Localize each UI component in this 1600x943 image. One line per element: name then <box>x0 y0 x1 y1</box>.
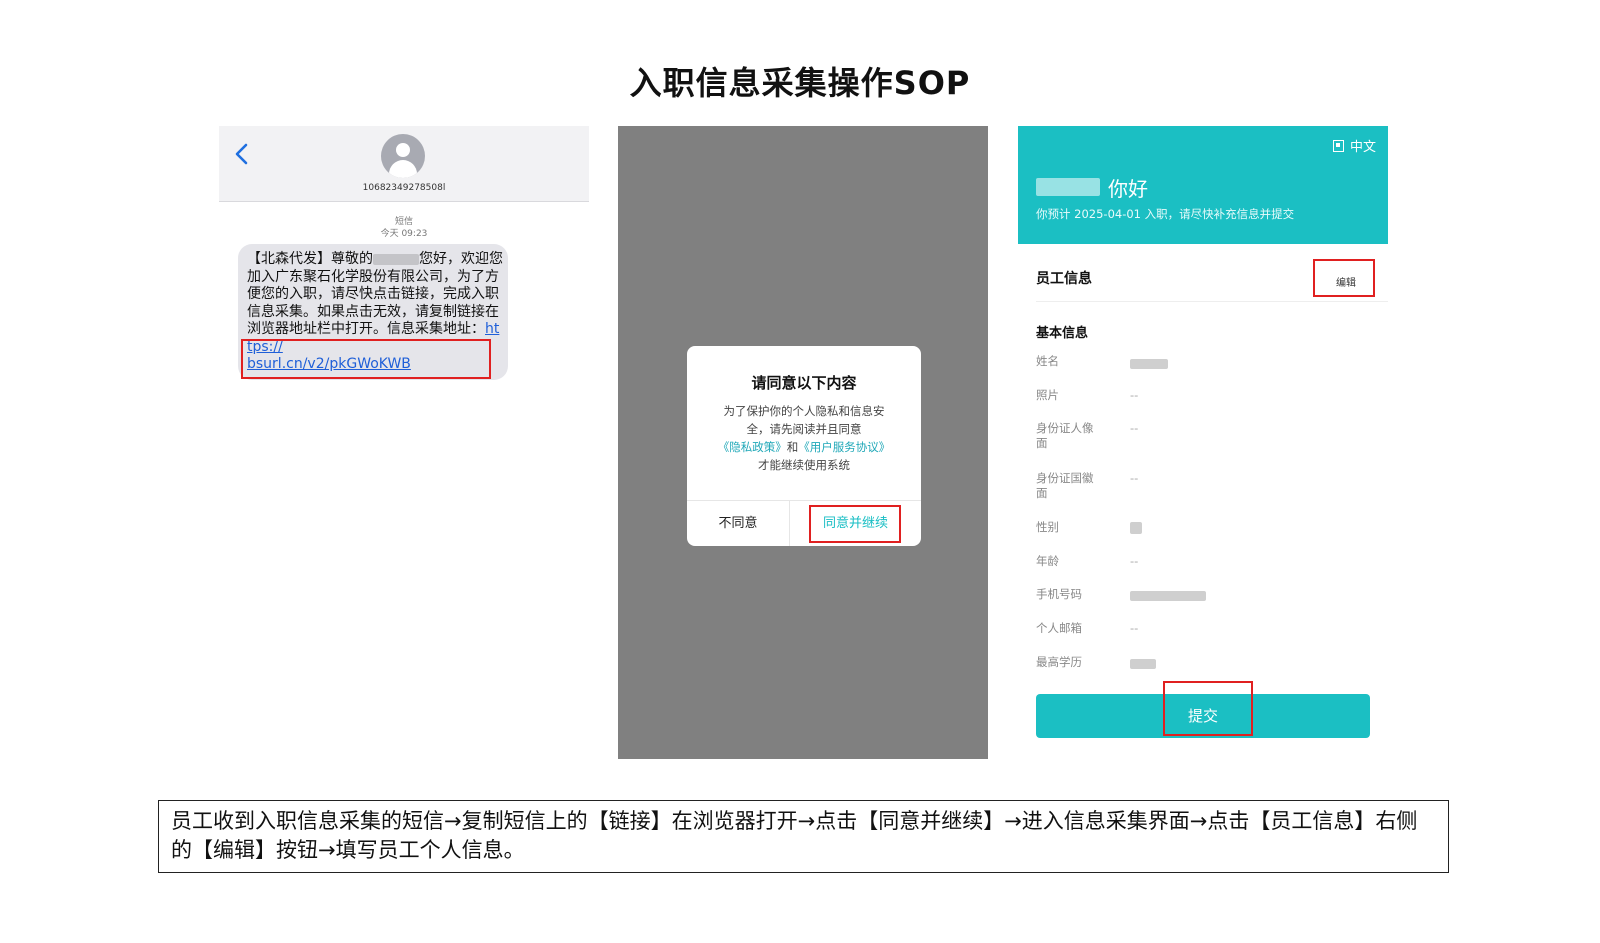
field-value-photo: -- <box>1130 388 1139 402</box>
terms-link[interactable]: 《用户服务协议》 <box>798 440 890 454</box>
disagree-button[interactable]: 不同意 <box>687 501 789 546</box>
field-value-id-front: -- <box>1130 421 1139 435</box>
sms-timestamp: 今天 09:23 <box>380 229 428 239</box>
consent-dialog: 请同意以下内容 为了保护你的个人隐私和信息安全，请先阅读并且同意《隐私政策》和《… <box>687 346 921 546</box>
language-switch[interactable]: 中文 <box>1332 136 1376 155</box>
back-chevron-icon[interactable] <box>233 142 251 166</box>
redacted-value <box>1130 659 1156 669</box>
field-label-id-front: 身份证人像面 <box>1036 421 1094 450</box>
entry-date-notice: 你预计 2025-04-01 入职，请尽快补充信息并提交 <box>1036 207 1295 221</box>
contact-avatar-icon[interactable] <box>381 134 425 178</box>
highlight-box-agree <box>809 505 901 543</box>
field-label-gender: 性别 <box>1036 520 1059 534</box>
field-label-phone: 手机号码 <box>1036 587 1082 601</box>
highlight-box-link <box>241 339 491 379</box>
greeting: 你好 <box>1108 177 1148 201</box>
section-title: 员工信息 <box>1036 271 1092 287</box>
field-label-email: 个人邮箱 <box>1036 621 1082 635</box>
consent-screenshot: 请同意以下内容 为了保护你的个人隐私和信息安全，请先阅读并且同意《隐私政策》和《… <box>618 126 988 759</box>
instruction-caption: 员工收到入职信息采集的短信→复制短信上的【链接】在浏览器打开→点击【同意并继续】… <box>158 800 1449 873</box>
sender-number[interactable]: 10682349278508l <box>219 183 589 193</box>
redacted-name <box>373 253 419 265</box>
highlight-box-edit <box>1313 259 1375 297</box>
sms-screenshot: 10682349278508l 短信 今天 09:23 【北森代发】尊敬的 您好，… <box>219 126 589 426</box>
redacted-value <box>1130 591 1206 601</box>
sms-header: 10682349278508l <box>219 126 589 202</box>
field-value-id-back: -- <box>1130 471 1139 485</box>
redacted-name <box>1036 178 1100 196</box>
document-icon <box>1332 140 1344 152</box>
page-title: 入职信息采集操作SOP <box>629 64 971 102</box>
basic-info-title: 基本信息 <box>1036 326 1089 341</box>
field-label-age: 年龄 <box>1036 554 1059 568</box>
redacted-value <box>1130 359 1168 369</box>
dialog-title: 请同意以下内容 <box>751 374 857 392</box>
redacted-value <box>1130 522 1142 534</box>
highlight-box-submit <box>1163 681 1253 736</box>
dialog-body: 为了保护你的个人隐私和信息安全，请先阅读并且同意《隐私政策》和《用户服务协议》才… <box>717 404 891 472</box>
form-screenshot: 中文 你好 你预计 2025-04-01 入职，请尽快补充信息并提交 员工信息 … <box>1018 126 1388 759</box>
field-label-education: 最高学历 <box>1036 655 1082 669</box>
form-header: 中文 你好 你预计 2025-04-01 入职，请尽快补充信息并提交 <box>1018 126 1388 244</box>
field-value-age: -- <box>1130 554 1139 568</box>
field-label-id-back: 身份证国徽面 <box>1036 471 1094 500</box>
field-value-email: -- <box>1130 621 1139 635</box>
field-label-photo: 照片 <box>1036 388 1059 402</box>
privacy-policy-link[interactable]: 《隐私政策》 <box>718 440 787 454</box>
field-label-name: 姓名 <box>1036 354 1059 368</box>
